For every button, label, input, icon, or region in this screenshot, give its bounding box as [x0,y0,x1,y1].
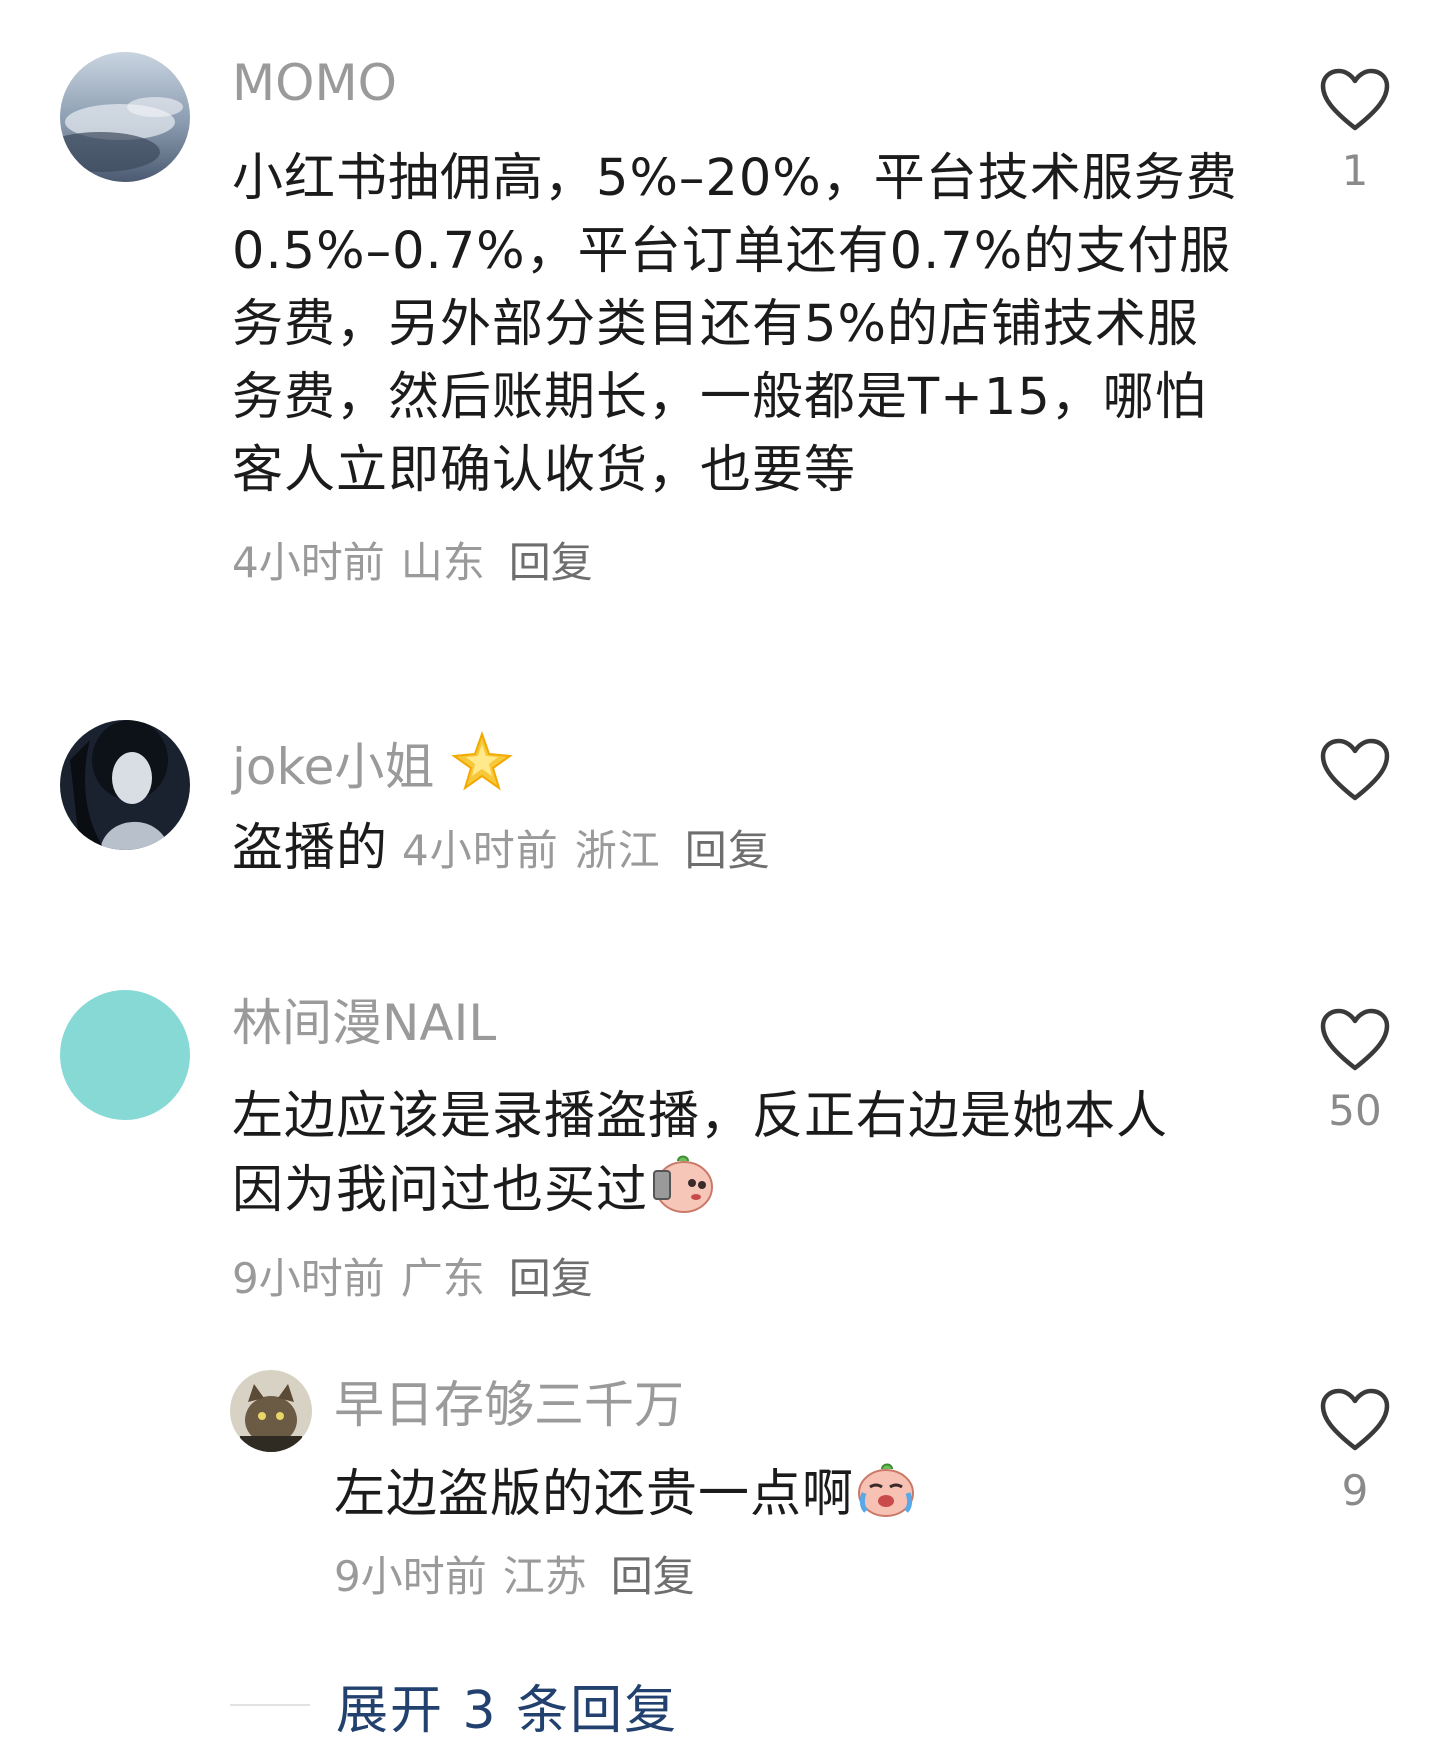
expand-divider [230,1704,310,1706]
avatar-cat-image [230,1370,312,1452]
expand-replies-button[interactable]: 展开 3 条回复 [230,1670,679,1741]
reply-button[interactable]: 回复 [611,1552,695,1601]
crying-face-emoji-icon [858,1463,915,1517]
like-count: 9 [1341,1466,1369,1515]
expand-replies-label: 展开 3 条回复 [336,1680,679,1741]
avatar[interactable] [230,1370,312,1452]
reply-time: 9小时前 [334,1552,487,1601]
reply-meta: 9小时前 江苏 回复 [334,1556,695,1598]
reply-location: 江苏 [502,1552,587,1601]
reply-username[interactable]: 早日存够三千万 [334,1380,684,1430]
heart-icon [1320,1388,1390,1451]
like-button[interactable]: 9 [1310,1388,1400,1512]
reply-text-block: 左边盗版的还贵一点啊 [334,1458,1234,1531]
reply-item: 早日存够三千万 左边盗版的还贵一点啊 9小时前 江苏 回复 9 [0,0,1440,1620]
reply-text: 左边盗版的还贵一点啊 [334,1465,855,1524]
